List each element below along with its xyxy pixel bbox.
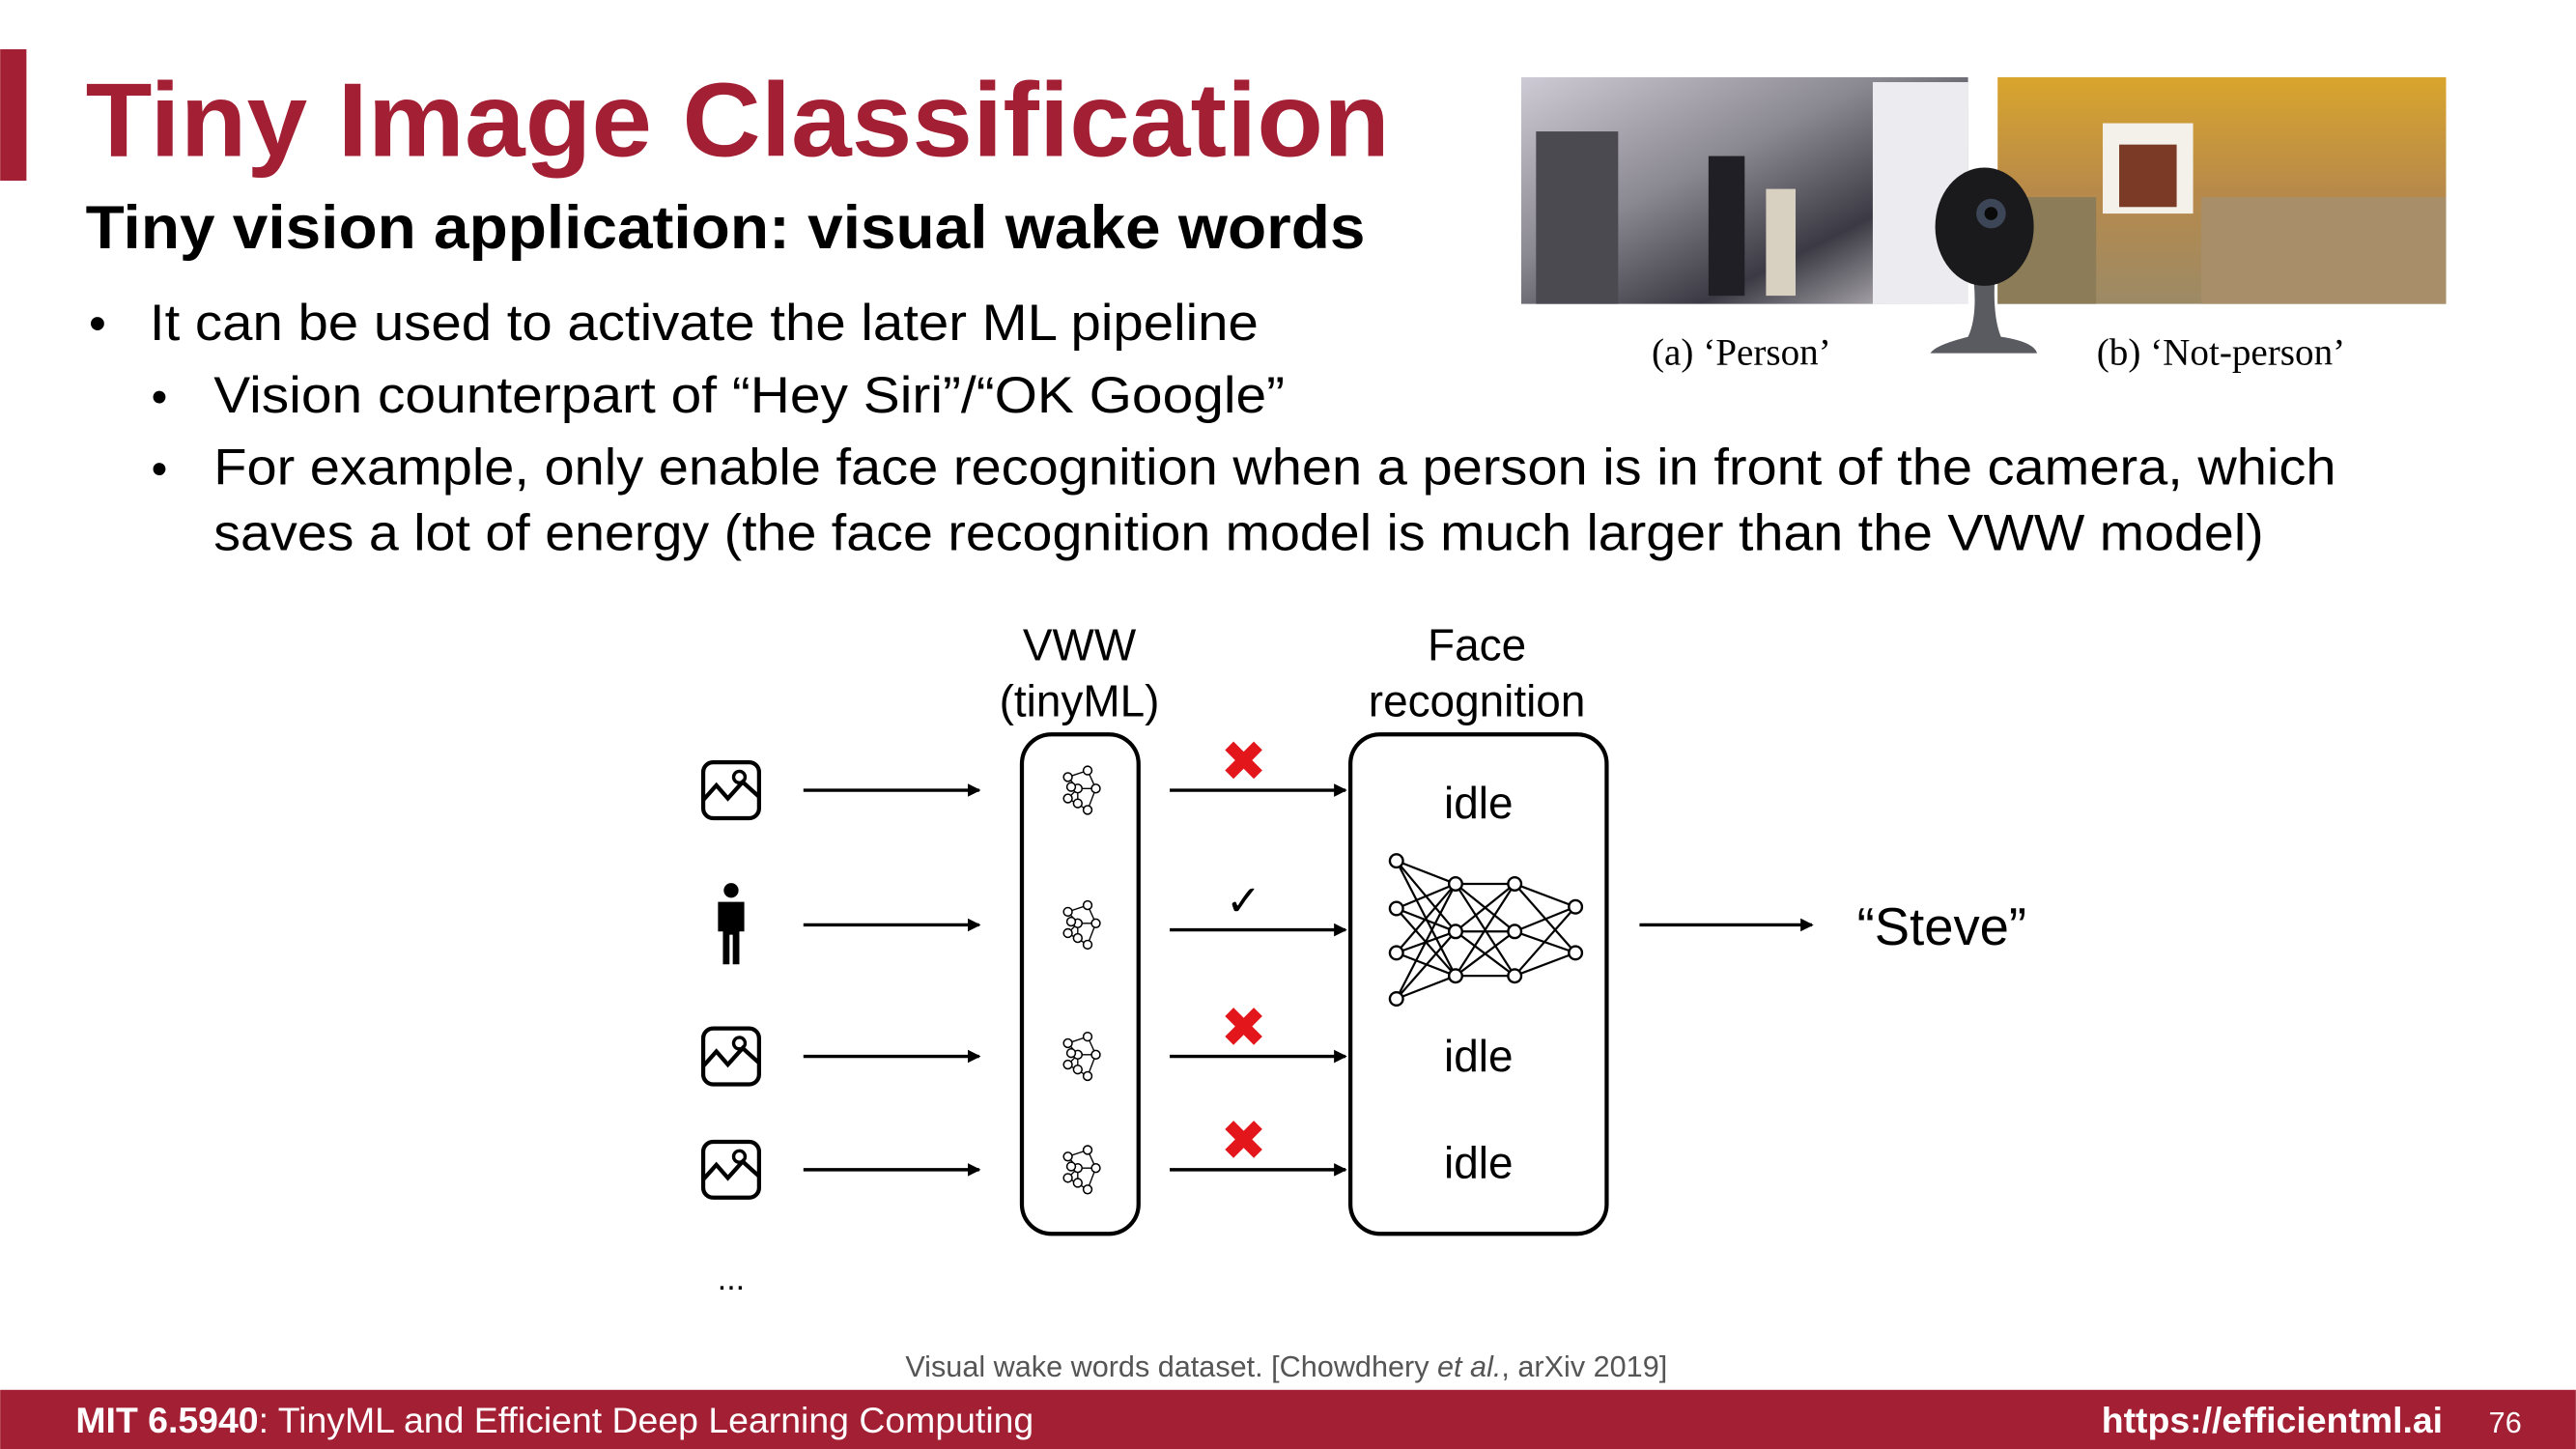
tinyml-network-icon xyxy=(1062,899,1101,951)
sub-bullet-text: Vision counterpart of “Hey Siri”/“OK Goo… xyxy=(213,367,1285,424)
tinyml-network-icon xyxy=(1062,1031,1101,1082)
person-photo xyxy=(1520,76,1968,304)
network-node xyxy=(1507,923,1523,940)
camera-image xyxy=(1930,167,2038,354)
caption-person: (a) ‘Person’ xyxy=(1652,332,1831,374)
image-icon xyxy=(700,1026,762,1087)
diagram-row: ✖ idle xyxy=(700,997,1514,1087)
slide: Tiny Image Classification Tiny vision ap… xyxy=(0,49,2576,1449)
diagram-row: ✓ xyxy=(718,877,1347,965)
recognition-output: “Steve” xyxy=(1857,897,2026,956)
network-node xyxy=(1447,923,1463,940)
vww-diagram: VWW (tinyML) Face recognition ✖ idle ✓ ✖ idl… xyxy=(700,620,2026,1297)
citation-source: , arXiv 2019] xyxy=(1501,1350,1667,1383)
diagram-row: ✖ idle xyxy=(700,1111,1514,1200)
sub-bullet-text-continued: saves a lot of energy (the face recognit… xyxy=(213,505,2263,562)
sub-bullet-marker: • xyxy=(152,444,168,496)
footer-course: MIT 6.5940: TinyML and Efficient Deep Le… xyxy=(75,1400,1033,1440)
title-accent-bar xyxy=(0,49,27,182)
idle-status: idle xyxy=(1444,1031,1513,1081)
person-icon xyxy=(718,883,745,965)
network-node xyxy=(1507,875,1523,892)
network-node xyxy=(1507,968,1523,984)
sub-bullet-text: For example, only enable face recognitio… xyxy=(213,440,2335,497)
network-node xyxy=(1447,875,1463,892)
network-node xyxy=(1568,898,1584,915)
idle-status: idle xyxy=(1444,1137,1513,1187)
not-person-photo xyxy=(1997,76,2447,304)
vww-sublabel: (tinyML) xyxy=(1000,675,1160,725)
citation: Visual wake words dataset. [Chowdhery et… xyxy=(905,1350,1667,1383)
citation-authors-etal: et al. xyxy=(1437,1350,1501,1383)
face-label: Face xyxy=(1428,620,1526,670)
face-sublabel: recognition xyxy=(1369,675,1586,725)
course-name: : TinyML and Efficient Deep Learning Com… xyxy=(259,1400,1034,1440)
footer-url-link[interactable]: https://efficientml.ai xyxy=(2102,1400,2443,1440)
image-icon xyxy=(700,1139,762,1200)
caption-not-person: (b) ‘Not-person’ xyxy=(2097,332,2345,374)
accept-check-icon: ✓ xyxy=(1226,877,1261,924)
diagram-row: ✖ idle xyxy=(700,731,1514,828)
bullet-marker: • xyxy=(89,296,106,351)
image-icon xyxy=(700,759,762,821)
tinyml-network-icon xyxy=(1062,765,1101,815)
network-edge xyxy=(1396,882,1457,910)
page-title: Tiny Image Classification xyxy=(86,62,1390,180)
more-inputs-ellipsis: ... xyxy=(718,1261,745,1297)
citation-text: Visual wake words dataset. [Chowdhery xyxy=(905,1350,1437,1383)
network-node xyxy=(1568,945,1584,961)
network-node xyxy=(1388,853,1404,869)
reject-x-icon: ✖ xyxy=(1220,731,1266,793)
network-node xyxy=(1388,945,1404,961)
reject-x-icon: ✖ xyxy=(1220,997,1266,1059)
network-node xyxy=(1388,991,1404,1008)
page-number: 76 xyxy=(2489,1406,2522,1439)
bullet-text: It can be used to activate the later ML … xyxy=(150,295,1259,352)
page-subtitle: Tiny vision application: visual wake wor… xyxy=(86,194,1366,262)
network-node xyxy=(1388,900,1404,917)
network-edge xyxy=(1514,905,1576,933)
face-recognition-network-icon xyxy=(1388,853,1584,1008)
reject-x-icon: ✖ xyxy=(1220,1111,1266,1173)
vww-model-box xyxy=(1019,732,1141,1236)
sub-bullet-marker: • xyxy=(152,372,168,423)
network-node xyxy=(1447,968,1463,984)
tinyml-network-icon xyxy=(1062,1145,1101,1195)
course-code: MIT 6.5940 xyxy=(75,1400,258,1440)
vww-label: VWW xyxy=(1023,620,1137,670)
idle-status: idle xyxy=(1444,778,1513,828)
